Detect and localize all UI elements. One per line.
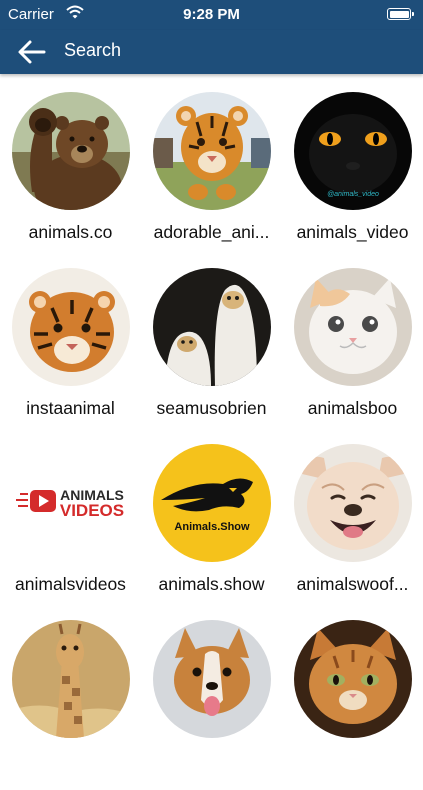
battery-icon — [387, 8, 414, 20]
status-bar: Carrier 9:28 PM — [0, 0, 423, 30]
account-name: animalsboo — [307, 398, 398, 418]
account-tile[interactable]: @animals_video animals_video — [282, 92, 423, 262]
account-tile[interactable]: animalsboo — [282, 268, 423, 438]
logo-text-animals-show: Animals.Show — [174, 521, 250, 533]
orange-kitten-avatar — [294, 620, 412, 738]
page-title: Search — [64, 40, 122, 60]
white-cat-avatar — [294, 268, 412, 386]
animals-videos-logo: ANIMALS VIDEOS — [12, 444, 130, 562]
account-tile[interactable] — [282, 620, 423, 790]
tiger-cub-avatar — [153, 92, 271, 210]
account-name: adorable_ani... — [153, 222, 270, 242]
account-tile[interactable]: animalswoof... — [282, 444, 423, 614]
account-name: animals.show — [158, 574, 265, 594]
navigation-bar: Search — [0, 30, 423, 74]
bear-avatar — [12, 92, 130, 210]
account-name: seamusobrien — [156, 398, 267, 418]
corgi-puppy-avatar — [153, 620, 271, 738]
bulldog-avatar — [294, 444, 412, 562]
black-panther-avatar: @animals_video — [294, 92, 412, 210]
account-tile[interactable]: seamusobrien — [141, 268, 282, 438]
account-tile[interactable] — [141, 620, 282, 790]
logo-text-videos: VIDEOS — [60, 501, 124, 520]
account-name: instaanimal — [26, 398, 115, 418]
account-name: animals.co — [28, 222, 113, 242]
account-name: animals_video — [296, 222, 409, 242]
animals-show-logo: Animals.Show — [153, 444, 271, 562]
account-tile[interactable]: instaanimal — [0, 268, 141, 438]
account-name: animalswoof... — [296, 574, 409, 594]
tiger-cub-avatar — [12, 268, 130, 386]
account-tile[interactable]: animals.co — [0, 92, 141, 262]
clock: 9:28 PM — [183, 6, 240, 23]
back-arrow-icon[interactable] — [14, 34, 50, 70]
account-tile[interactable]: adorable_ani... — [141, 92, 282, 262]
account-tile[interactable]: ANIMALS VIDEOS animalsvideos — [0, 444, 141, 614]
account-tile[interactable]: Animals.Show animals.show — [141, 444, 282, 614]
ghost-dogs-avatar — [153, 268, 271, 386]
account-tile[interactable] — [0, 620, 141, 790]
baby-giraffe-avatar — [12, 620, 130, 738]
account-name: animalsvideos — [15, 574, 126, 594]
image-caption-text: @animals_video — [327, 191, 379, 198]
